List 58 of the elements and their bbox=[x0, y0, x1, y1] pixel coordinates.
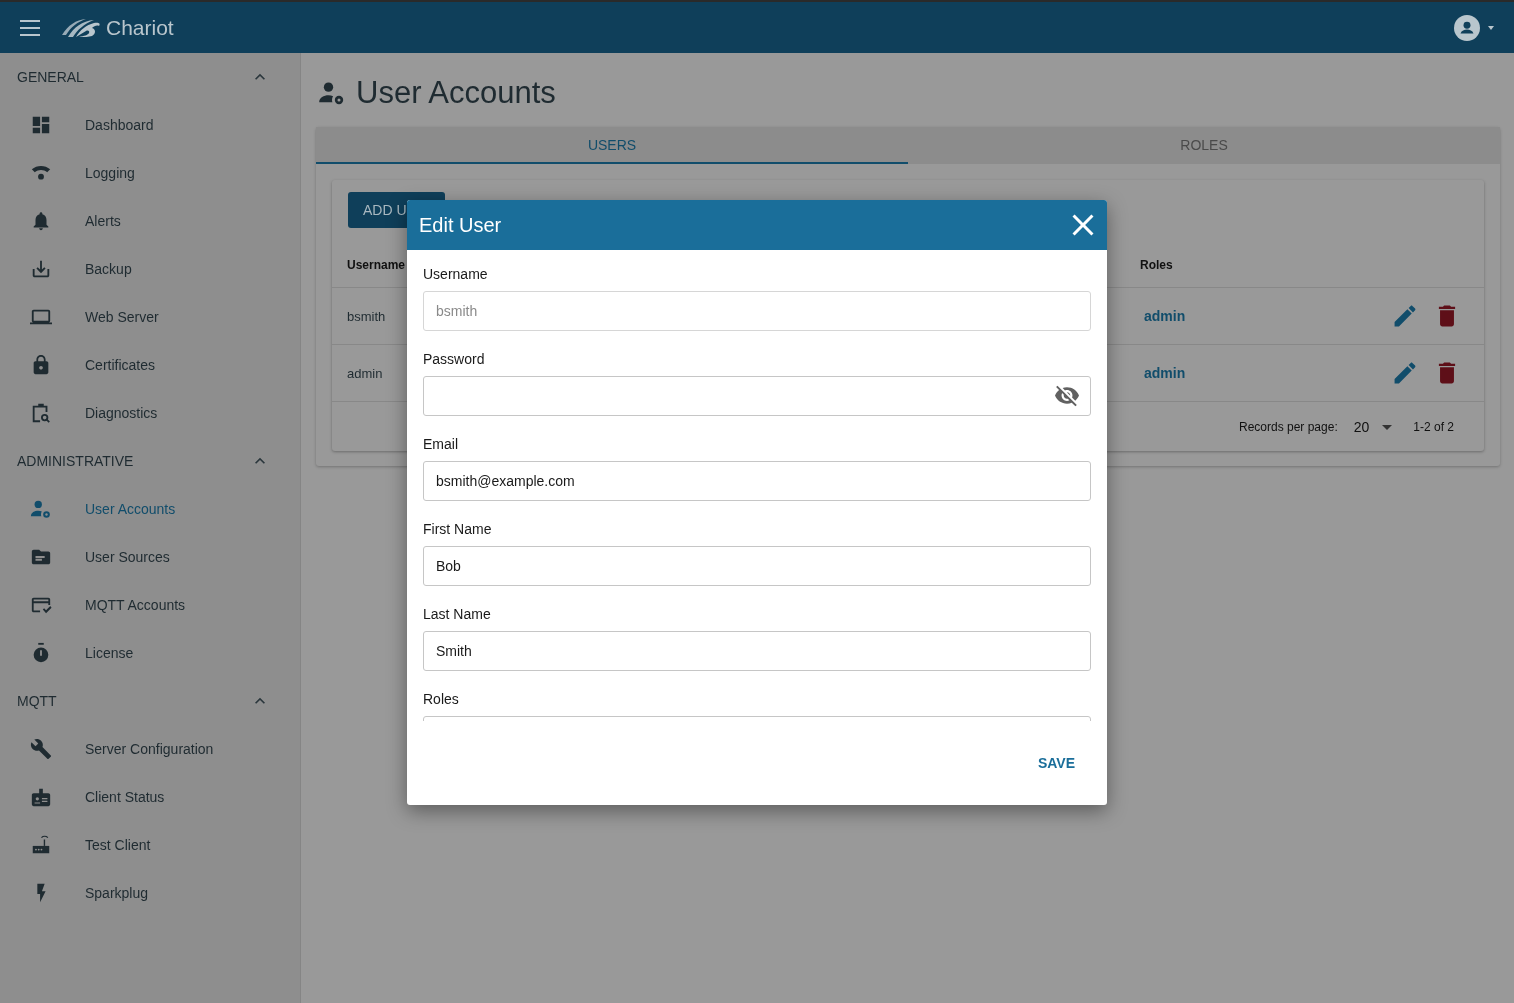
input-field[interactable]: Bob bbox=[423, 546, 1091, 586]
account-avatar-icon[interactable] bbox=[1454, 14, 1480, 41]
sidebar-item[interactable]: Server Configuration bbox=[0, 725, 300, 773]
section-header: MQTT bbox=[17, 693, 57, 709]
rows-per-page-select[interactable]: 20 bbox=[1353, 418, 1370, 435]
sidebar-item[interactable]: Sparkplug bbox=[0, 869, 300, 917]
sidebar-item[interactable]: Alerts bbox=[0, 197, 300, 245]
sidebar-item[interactable]: Diagnostics bbox=[0, 389, 300, 437]
sidebar-item[interactable]: Logging bbox=[0, 149, 300, 197]
pagination-range: 1-2 of 2 bbox=[1413, 419, 1454, 434]
id-badge-icon bbox=[30, 786, 52, 808]
trash-icon[interactable] bbox=[1436, 362, 1458, 384]
field-label: Email bbox=[423, 436, 459, 453]
sidebar-item[interactable]: User Sources bbox=[0, 533, 300, 581]
sidebar-item[interactable]: MQTT Accounts bbox=[0, 581, 300, 629]
input-field[interactable] bbox=[423, 376, 1091, 416]
tab[interactable]: ROLES bbox=[908, 127, 1500, 164]
download-icon bbox=[30, 258, 52, 280]
router-icon bbox=[30, 834, 52, 856]
edit-icon[interactable] bbox=[1394, 305, 1416, 327]
pagination-label: Records per page: bbox=[1239, 419, 1338, 434]
table-cell: bsmith bbox=[347, 308, 386, 324]
sidebar-item[interactable]: Client Status bbox=[0, 773, 300, 821]
close-button[interactable] bbox=[1071, 213, 1095, 237]
field-label: First Name bbox=[423, 521, 493, 538]
trash-icon[interactable] bbox=[1436, 305, 1458, 327]
role-link[interactable]: admin bbox=[1140, 308, 1186, 324]
input-field[interactable]: bsmith@example.com bbox=[423, 461, 1091, 501]
eye-slash-icon[interactable] bbox=[1055, 384, 1079, 408]
sidebar-item[interactable]: Backup bbox=[0, 245, 300, 293]
sidebar-item[interactable]: Certificates bbox=[0, 341, 300, 389]
column-header: Username bbox=[347, 258, 406, 272]
sidebar-item[interactable]: User Accounts bbox=[0, 485, 300, 533]
sidebar-item[interactable]: Test Client bbox=[0, 821, 300, 869]
close-icon bbox=[1071, 213, 1095, 237]
page-title: User Accounts bbox=[356, 75, 556, 111]
clipboard-search-icon bbox=[30, 402, 52, 424]
sidebar-item[interactable]: Web Server bbox=[0, 293, 300, 341]
dashboard-icon bbox=[30, 114, 52, 136]
menu-button[interactable] bbox=[20, 19, 40, 36]
sidebar-item[interactable]: Dashboard bbox=[0, 101, 300, 149]
field-label: Password bbox=[423, 351, 486, 368]
user-gear-icon bbox=[30, 498, 52, 520]
app-title: Chariot bbox=[106, 15, 174, 40]
section-header: ADMINISTRATIVE bbox=[17, 453, 134, 469]
field-label: Username bbox=[423, 266, 489, 283]
tab[interactable]: USERS bbox=[316, 127, 908, 164]
input-field[interactable]: Smith bbox=[423, 631, 1091, 671]
edit-icon[interactable] bbox=[1394, 362, 1416, 384]
column-header: Roles bbox=[1140, 258, 1173, 272]
field-label: Roles bbox=[423, 691, 460, 708]
save-button[interactable]: SAVE bbox=[1025, 749, 1087, 777]
role-link[interactable]: admin bbox=[1140, 365, 1186, 381]
table-cell: admin bbox=[347, 365, 383, 381]
wrench-icon bbox=[30, 738, 52, 760]
section-header: GENERAL bbox=[17, 69, 84, 85]
sidebar-item[interactable]: License bbox=[0, 629, 300, 677]
field-label: Last Name bbox=[423, 606, 492, 623]
